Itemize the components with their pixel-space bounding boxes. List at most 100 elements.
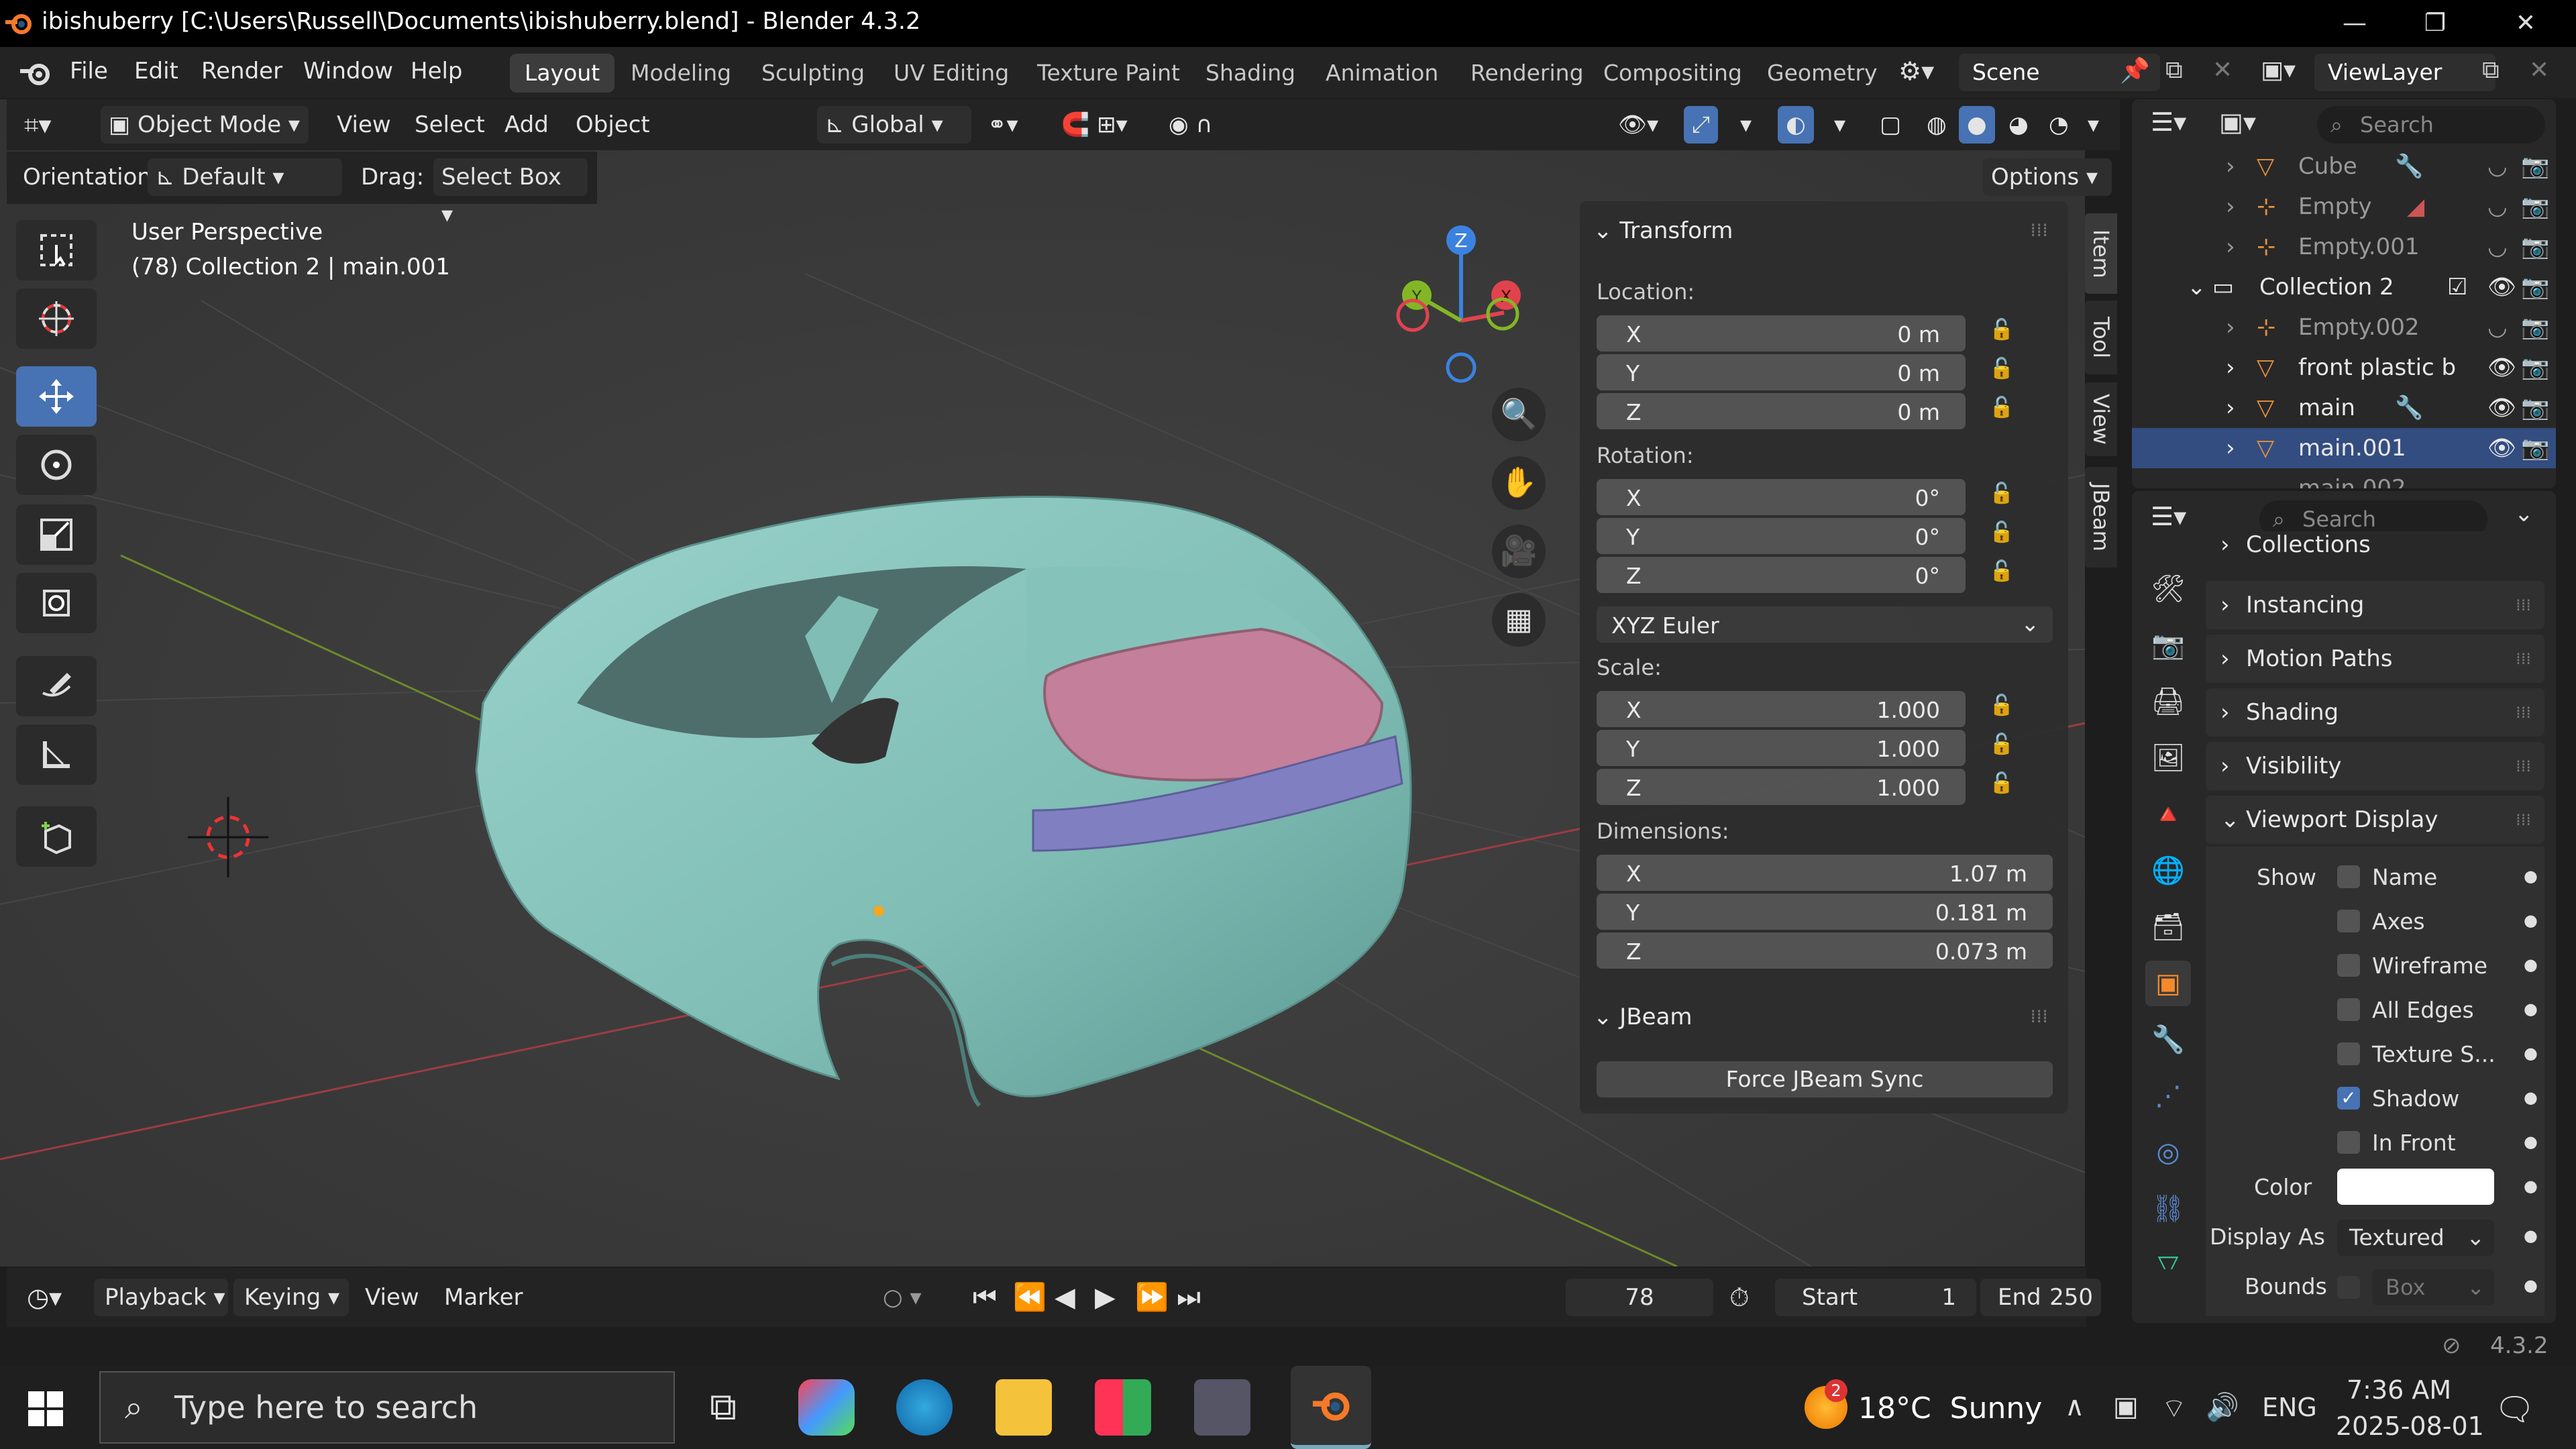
outliner-search-field[interactable]: ⌕ Search <box>2317 106 2545 144</box>
meet-now-icon[interactable]: ▣ <box>2113 1391 2139 1422</box>
drag-dropdown[interactable]: Select Box ▾ <box>433 158 588 228</box>
display-as-dropdown[interactable]: Textured ⌄ <box>2337 1220 2494 1256</box>
scale-x-field[interactable]: X 1.000 <box>1597 691 1966 727</box>
outliner-row[interactable]: › ⊹ Empty.001 ◡ 📷 <box>2132 227 2556 267</box>
transform-tool-icon[interactable] <box>16 573 97 633</box>
drag-handle-icon[interactable]: ⁞⁞⁞ <box>2030 1005 2048 1027</box>
sidebar-tab-item[interactable]: Item <box>2085 213 2117 294</box>
bounds-checkbox[interactable] <box>2337 1276 2360 1299</box>
data-properties-icon[interactable]: ▽ <box>2145 1242 2191 1269</box>
viewlayer-browse-icon[interactable]: ▣▾ <box>2261 56 2296 84</box>
render-properties-icon[interactable]: 📷 <box>2145 623 2191 668</box>
drag-handle-icon[interactable]: ⁞⁞⁞ <box>2516 796 2531 844</box>
notification-icon[interactable]: 🗨 <box>2494 1390 2535 1428</box>
photos-app-icon[interactable] <box>1194 1379 1250 1436</box>
eye-icon[interactable]: 👁 <box>2487 347 2516 388</box>
tab-animation[interactable]: Animation <box>1311 54 1453 93</box>
shading-section[interactable]: › Shading ⁞⁞⁞ <box>2206 688 2544 737</box>
lock-icon[interactable]: 🔓 <box>1989 771 2016 798</box>
collection-properties-icon[interactable]: 🗃 <box>2145 904 2191 950</box>
particles-properties-icon[interactable]: ⋰ <box>2145 1073 2191 1119</box>
tab-compositing[interactable]: Compositing <box>1589 54 1757 93</box>
force-jbeam-sync-button[interactable]: Force JBeam Sync <box>1597 1061 2053 1097</box>
tab-rendering[interactable]: Rendering <box>1456 54 1599 93</box>
pivot-point-icon[interactable]: ⚭▾ <box>979 106 1026 144</box>
rotate-tool-icon[interactable] <box>16 435 97 495</box>
preview-range-icon[interactable]: ⏱ <box>1729 1279 1750 1316</box>
chevron-up-icon[interactable]: ∧ <box>2065 1391 2084 1422</box>
taskbar-search-input[interactable]: ⌕ Type here to search <box>99 1371 675 1444</box>
dimensions-y-field[interactable]: Y 0.181 m <box>1597 894 2053 930</box>
overlays-dropdown-icon[interactable]: ▾ <box>1826 106 1854 144</box>
zoom-icon[interactable]: 🔍 <box>1492 388 1546 441</box>
camera-icon[interactable]: 📷 <box>2521 146 2549 186</box>
outliner-row[interactable]: › ▽ Cube 🔧 ◡ 📷 <box>2132 146 2556 186</box>
file-explorer-icon[interactable] <box>996 1379 1052 1436</box>
camera-icon[interactable]: 📷 <box>2521 347 2549 388</box>
options-dropdown[interactable]: Options ▾ <box>1983 158 2112 196</box>
show-axes-checkbox[interactable] <box>2337 910 2360 932</box>
volume-icon[interactable]: 🔊 <box>2206 1391 2239 1423</box>
rotation-x-field[interactable]: X 0° <box>1597 479 1966 515</box>
gizmo-toggle-icon[interactable]: ⤢ <box>1684 106 1719 144</box>
menu-help[interactable]: Help <box>411 58 463 85</box>
wireframe-shading-icon[interactable]: ◍ <box>1919 106 1955 144</box>
location-z-field[interactable]: Z 0 m <box>1597 393 1966 429</box>
modifier-properties-icon[interactable]: 🔧 <box>2145 1017 2191 1063</box>
menu-render[interactable]: Render <box>201 58 282 85</box>
dimensions-x-field[interactable]: X 1.07 m <box>1597 855 2053 891</box>
menu-object[interactable]: Object <box>568 106 658 144</box>
drag-handle-icon[interactable]: ⁞⁞⁞ <box>2030 219 2048 241</box>
scale-tool-icon[interactable] <box>16 504 97 565</box>
pin-icon[interactable]: 📌 <box>2120 56 2150 85</box>
location-x-field[interactable]: X 0 m <box>1597 315 1966 352</box>
drag-handle-icon[interactable]: ⁞⁞⁞ <box>2516 742 2531 790</box>
new-scene-icon[interactable]: ⧉ <box>2165 56 2183 85</box>
delete-viewlayer-icon[interactable]: ✕ <box>2529 56 2549 84</box>
eye-icon[interactable]: 👁 <box>2487 267 2516 307</box>
lock-icon[interactable]: 🔓 <box>1989 357 2016 384</box>
tab-shading[interactable]: Shading <box>1191 54 1310 93</box>
outliner-row[interactable]: › ⊹ Empty ◢ ◡ 📷 <box>2132 186 2556 227</box>
tab-sculpting[interactable]: Sculpting <box>747 54 879 93</box>
timeline-editor-type-icon[interactable]: ◷▾ <box>27 1279 62 1316</box>
lock-icon[interactable]: 🔓 <box>1989 482 2016 508</box>
play-icon[interactable]: ▶ <box>1095 1279 1116 1316</box>
camera-icon[interactable]: 📷 <box>2521 267 2549 307</box>
new-viewlayer-icon[interactable]: ⧉ <box>2482 56 2500 85</box>
physics-properties-icon[interactable]: ◎ <box>2145 1130 2191 1175</box>
scale-y-field[interactable]: Y 1.000 <box>1597 730 1966 766</box>
blender-menu-icon[interactable] <box>19 59 52 87</box>
scale-z-field[interactable]: Z 1.000 <box>1597 769 1966 805</box>
object-properties-icon[interactable]: ▣ <box>2145 961 2191 1006</box>
measure-tool-icon[interactable] <box>16 724 97 785</box>
constraint-properties-icon[interactable]: ⛓ <box>2145 1186 2191 1232</box>
shading-dropdown-icon[interactable]: ▾ <box>2080 106 2107 144</box>
rotation-z-field[interactable]: Z 0° <box>1597 557 1966 593</box>
transform-orientation-dropdown[interactable]: ⊾ Global ▾ <box>817 106 971 144</box>
eye-closed-icon[interactable]: ◡ <box>2487 146 2508 186</box>
blender-taskbar-icon[interactable] <box>1291 1366 1371 1449</box>
instancing-section[interactable]: › Instancing ⁞⁞⁞ <box>2206 581 2544 629</box>
rotation-y-field[interactable]: Y 0° <box>1597 518 1966 554</box>
outliner-editor-type-icon[interactable]: ☰▾ <box>2151 107 2186 137</box>
show-name-checkbox[interactable] <box>2337 865 2360 888</box>
overlays-toggle-icon[interactable]: ◐ <box>1778 106 1814 144</box>
transform-panel-header[interactable]: ⌄ Transform <box>1593 217 1733 244</box>
dimensions-z-field[interactable]: Z 0.073 m <box>1597 932 2053 969</box>
lock-icon[interactable]: 🔓 <box>1989 521 2016 547</box>
scene-browse-icon[interactable]: ⚙▾ <box>1898 56 1934 86</box>
output-properties-icon[interactable]: 🖨 <box>2145 679 2191 724</box>
tab-geometry-nodes[interactable]: Geometry N <box>1752 54 1884 93</box>
drag-handle-icon[interactable]: ⁞⁞⁞ <box>2516 688 2531 737</box>
language-indicator[interactable]: ENG <box>2262 1393 2317 1422</box>
menu-window[interactable]: Window <box>303 58 393 85</box>
minimize-button[interactable]: — <box>2334 7 2375 40</box>
wifi-icon[interactable]: ⌔ <box>2161 1391 2187 1425</box>
material-shading-icon[interactable]: ◕ <box>2000 106 2037 144</box>
display-mode-icon[interactable]: ▣▾ <box>2219 107 2256 137</box>
drag-handle-icon[interactable]: ⁞⁞⁞ <box>2516 635 2531 683</box>
weather-text[interactable]: 18°C Sunny <box>1858 1391 2042 1426</box>
menu-view[interactable]: View <box>329 106 399 144</box>
properties-options-icon[interactable]: ⌄ <box>2514 500 2534 527</box>
